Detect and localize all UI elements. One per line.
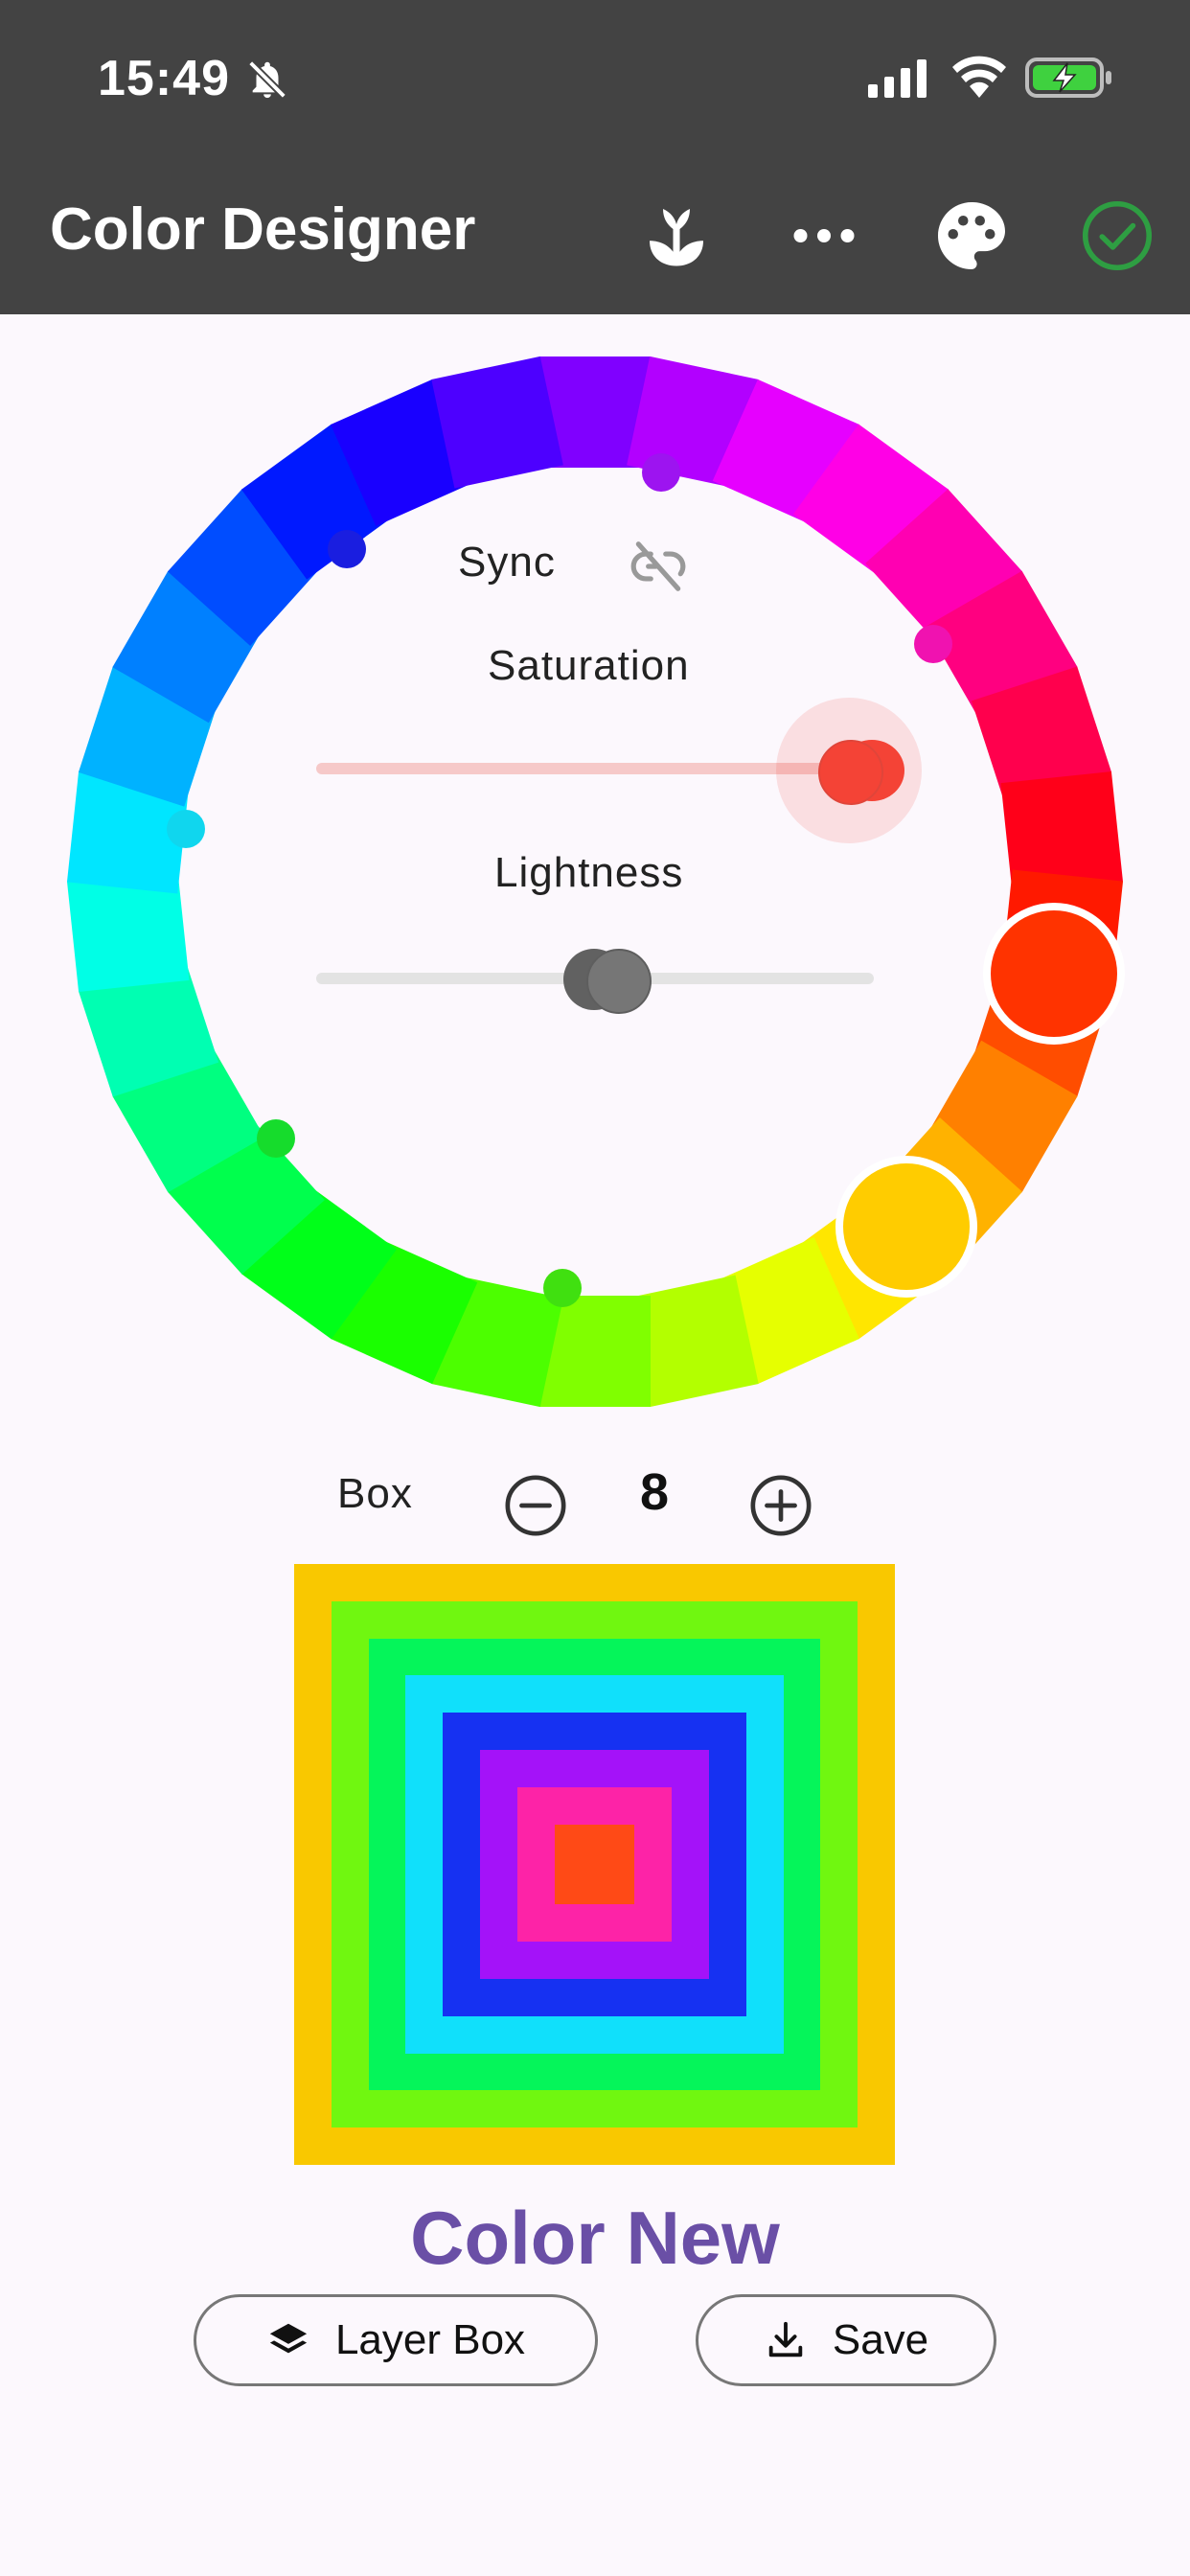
page-title: Color Designer (50, 196, 476, 263)
palette-icon[interactable] (931, 196, 1012, 276)
saturation-label: Saturation (488, 642, 690, 689)
signal-icon (868, 59, 927, 98)
sync-label: Sync (458, 539, 556, 586)
download-icon (768, 2321, 803, 2358)
layer-box-preview (294, 1564, 895, 2165)
battery-charging-icon (1025, 58, 1111, 98)
plus-circle-icon[interactable] (747, 1472, 814, 1539)
minus-circle-icon[interactable] (502, 1472, 569, 1539)
box-label: Box (337, 1470, 413, 1517)
bell-off-icon (248, 60, 286, 99)
hue-marker (328, 530, 366, 568)
layer-box-button[interactable]: Layer Box (194, 2294, 598, 2386)
saturation-thumb[interactable] (818, 740, 883, 805)
hue-marker (257, 1119, 295, 1158)
more-horizontal-icon[interactable] (784, 196, 864, 276)
hue-marker (167, 810, 205, 848)
color-name: Color New (410, 2196, 780, 2280)
selected-hue-primary-handle[interactable] (983, 903, 1125, 1045)
layer-box-button-label: Layer Box (334, 2316, 526, 2363)
status-bar: 15:49 (0, 0, 1190, 153)
save-button[interactable]: Save (696, 2294, 996, 2386)
layer-square (554, 1824, 635, 1905)
hue-marker (914, 625, 952, 663)
check-circle-icon[interactable] (1077, 196, 1157, 276)
app-bar: Color Designer (0, 153, 1190, 314)
hue-tile[interactable] (431, 356, 563, 489)
hue-marker (642, 453, 680, 492)
save-button-label: Save (832, 2316, 929, 2363)
link-off-icon[interactable] (625, 537, 692, 596)
sprout-icon[interactable] (636, 196, 717, 276)
layers-icon (269, 2323, 308, 2354)
wifi-icon (952, 56, 1006, 98)
lightness-thumb[interactable] (586, 949, 652, 1014)
hue-marker (543, 1269, 582, 1307)
box-count: 8 (640, 1463, 670, 1521)
selected-hue-secondary-handle[interactable] (835, 1156, 977, 1298)
lightness-label: Lightness (494, 849, 684, 896)
status-time: 15:49 (98, 51, 230, 106)
